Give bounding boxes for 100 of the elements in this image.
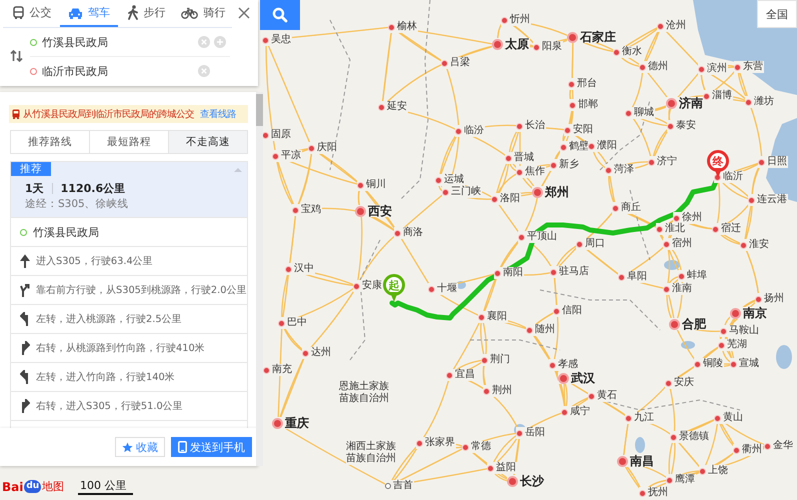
turn-right-icon	[20, 399, 30, 413]
city-label: 沧州	[657, 20, 687, 32]
city-label: 长治	[516, 120, 546, 132]
travel-mode-tab[interactable]: 步行	[118, 0, 175, 27]
recommended-badge: 推荐	[11, 162, 51, 176]
bus-icon	[12, 6, 25, 19]
travel-mode-tab[interactable]: 驾车	[60, 0, 118, 27]
city-label: 合肥	[669, 318, 707, 330]
city-label: 平顶山	[518, 231, 558, 243]
region-label: 恩施土家族苗族自治州	[339, 381, 392, 405]
city-label: 金华	[764, 440, 794, 452]
travel-mode-tab[interactable]: 骑行	[174, 0, 232, 27]
city-label: 郑州	[532, 186, 570, 198]
favorite-button[interactable]: 收藏	[115, 437, 165, 457]
city-label: 商丘	[612, 202, 642, 214]
city-label: 运城	[435, 174, 465, 186]
city-label: 黄山	[714, 412, 744, 424]
city-label: 安庆	[665, 377, 695, 389]
city-label: 石家庄	[567, 31, 617, 43]
city-label: 荆州	[483, 385, 513, 397]
city-label: 焦作	[516, 166, 546, 178]
city-label: 重庆	[272, 417, 310, 429]
send-to-phone-button[interactable]: 发送到手机	[171, 437, 252, 457]
city-label: 连云港	[748, 194, 788, 206]
bike-icon	[181, 6, 198, 18]
via-roads-text: 途经：S305、徐峡线	[25, 197, 129, 211]
city-label: 咸宁	[561, 406, 591, 418]
straight-arrow-icon	[20, 254, 30, 268]
clear-icon[interactable]	[198, 65, 210, 77]
city-label: 铜川	[357, 179, 387, 191]
scale-bar: 100 公里	[78, 480, 132, 495]
caret-icon[interactable]	[234, 167, 242, 172]
city-label: 益阳	[487, 462, 517, 474]
add-icon[interactable]	[214, 36, 226, 48]
swap-icon[interactable]	[10, 50, 23, 65]
search-icon	[272, 7, 288, 23]
city-label: 阜阳	[618, 271, 648, 283]
city-label: 黄石	[588, 390, 618, 402]
start-input[interactable]: 竹溪县民政局	[30, 28, 198, 56]
city-label: 常德	[462, 441, 492, 453]
turn-left-icon	[20, 370, 30, 384]
city-label: 淮安	[740, 239, 770, 251]
city-label: 济宁	[648, 156, 678, 168]
turn-left-icon	[20, 312, 30, 326]
city-label: 泰安	[667, 120, 697, 132]
region-button[interactable]: 全国	[757, 0, 797, 28]
car-icon	[68, 6, 83, 18]
turn-right-icon	[20, 341, 30, 355]
phone-icon	[178, 441, 187, 453]
route-step-text: 左转，进入竹向路，行驶140米	[36, 370, 175, 384]
city-label: 西安	[355, 205, 393, 217]
route-option-tab[interactable]: 不走高速	[169, 131, 247, 153]
city-label: 武汉	[558, 372, 596, 384]
route-step-text: 右转，进入S305，行驶51.0公里	[36, 400, 183, 412]
city-label: 淄博	[703, 90, 733, 102]
travel-mode-tab[interactable]: 公交	[3, 0, 60, 27]
city-label: 宜昌	[446, 369, 476, 381]
city-label: 南充	[263, 364, 293, 376]
route-summary[interactable]: 推荐 1天 1120.6公里 途经：S305、徐峡线	[11, 162, 247, 217]
city-label: 忻州	[501, 14, 531, 26]
city-label: 随州	[526, 324, 556, 336]
city-label: 铜陵	[694, 358, 724, 370]
city-label: 孝感	[549, 359, 579, 371]
city-label: 晋城	[505, 152, 535, 164]
city-label: 安阳	[564, 124, 594, 136]
city-label: 淮北	[656, 223, 686, 235]
city-label: 扬州	[755, 293, 785, 305]
route-step-text: 靠右前方行驶，从S305到桃源路，行驶2.0公里	[36, 284, 246, 296]
city-label: 周口	[576, 238, 606, 250]
start-point-name: 竹溪县民政局	[33, 224, 99, 240]
city-label: 衢州	[733, 444, 763, 456]
city-label: 芜湖	[718, 339, 748, 351]
city-label: 淮南	[663, 283, 693, 295]
city-label: 南昌	[617, 455, 655, 467]
destination-input[interactable]: 临沂市民政局	[30, 57, 198, 85]
city-label: 徐州	[673, 212, 703, 224]
logo-text: Bai	[2, 480, 24, 494]
city-label: 东营	[734, 61, 764, 73]
city-label: 阳泉	[533, 41, 563, 53]
city-label: 九江	[625, 412, 655, 424]
city-label: 张家界	[416, 437, 456, 449]
walk-icon	[126, 5, 139, 20]
close-icon[interactable]	[237, 6, 251, 20]
fork-right-icon	[20, 283, 30, 297]
clear-icon[interactable]	[198, 36, 210, 48]
city-label: 济南	[666, 97, 704, 109]
star-icon	[122, 442, 133, 452]
city-label: 驻马店	[550, 266, 590, 278]
search-button[interactable]	[260, 0, 300, 30]
city-label: 蚌埠	[678, 270, 708, 282]
bus-icon	[12, 109, 20, 119]
duration-text: 1天	[25, 181, 44, 196]
city-label: 榆林	[388, 21, 418, 33]
city-label: 菏泽	[605, 164, 635, 176]
city-label: 鹰潭	[666, 474, 696, 486]
city-label: 邢台	[568, 78, 598, 90]
city-label: 吉首	[385, 480, 414, 492]
city-label: 宝鸡	[292, 204, 322, 216]
city-label: 达州	[302, 347, 332, 359]
scrollbar[interactable]	[256, 92, 263, 466]
